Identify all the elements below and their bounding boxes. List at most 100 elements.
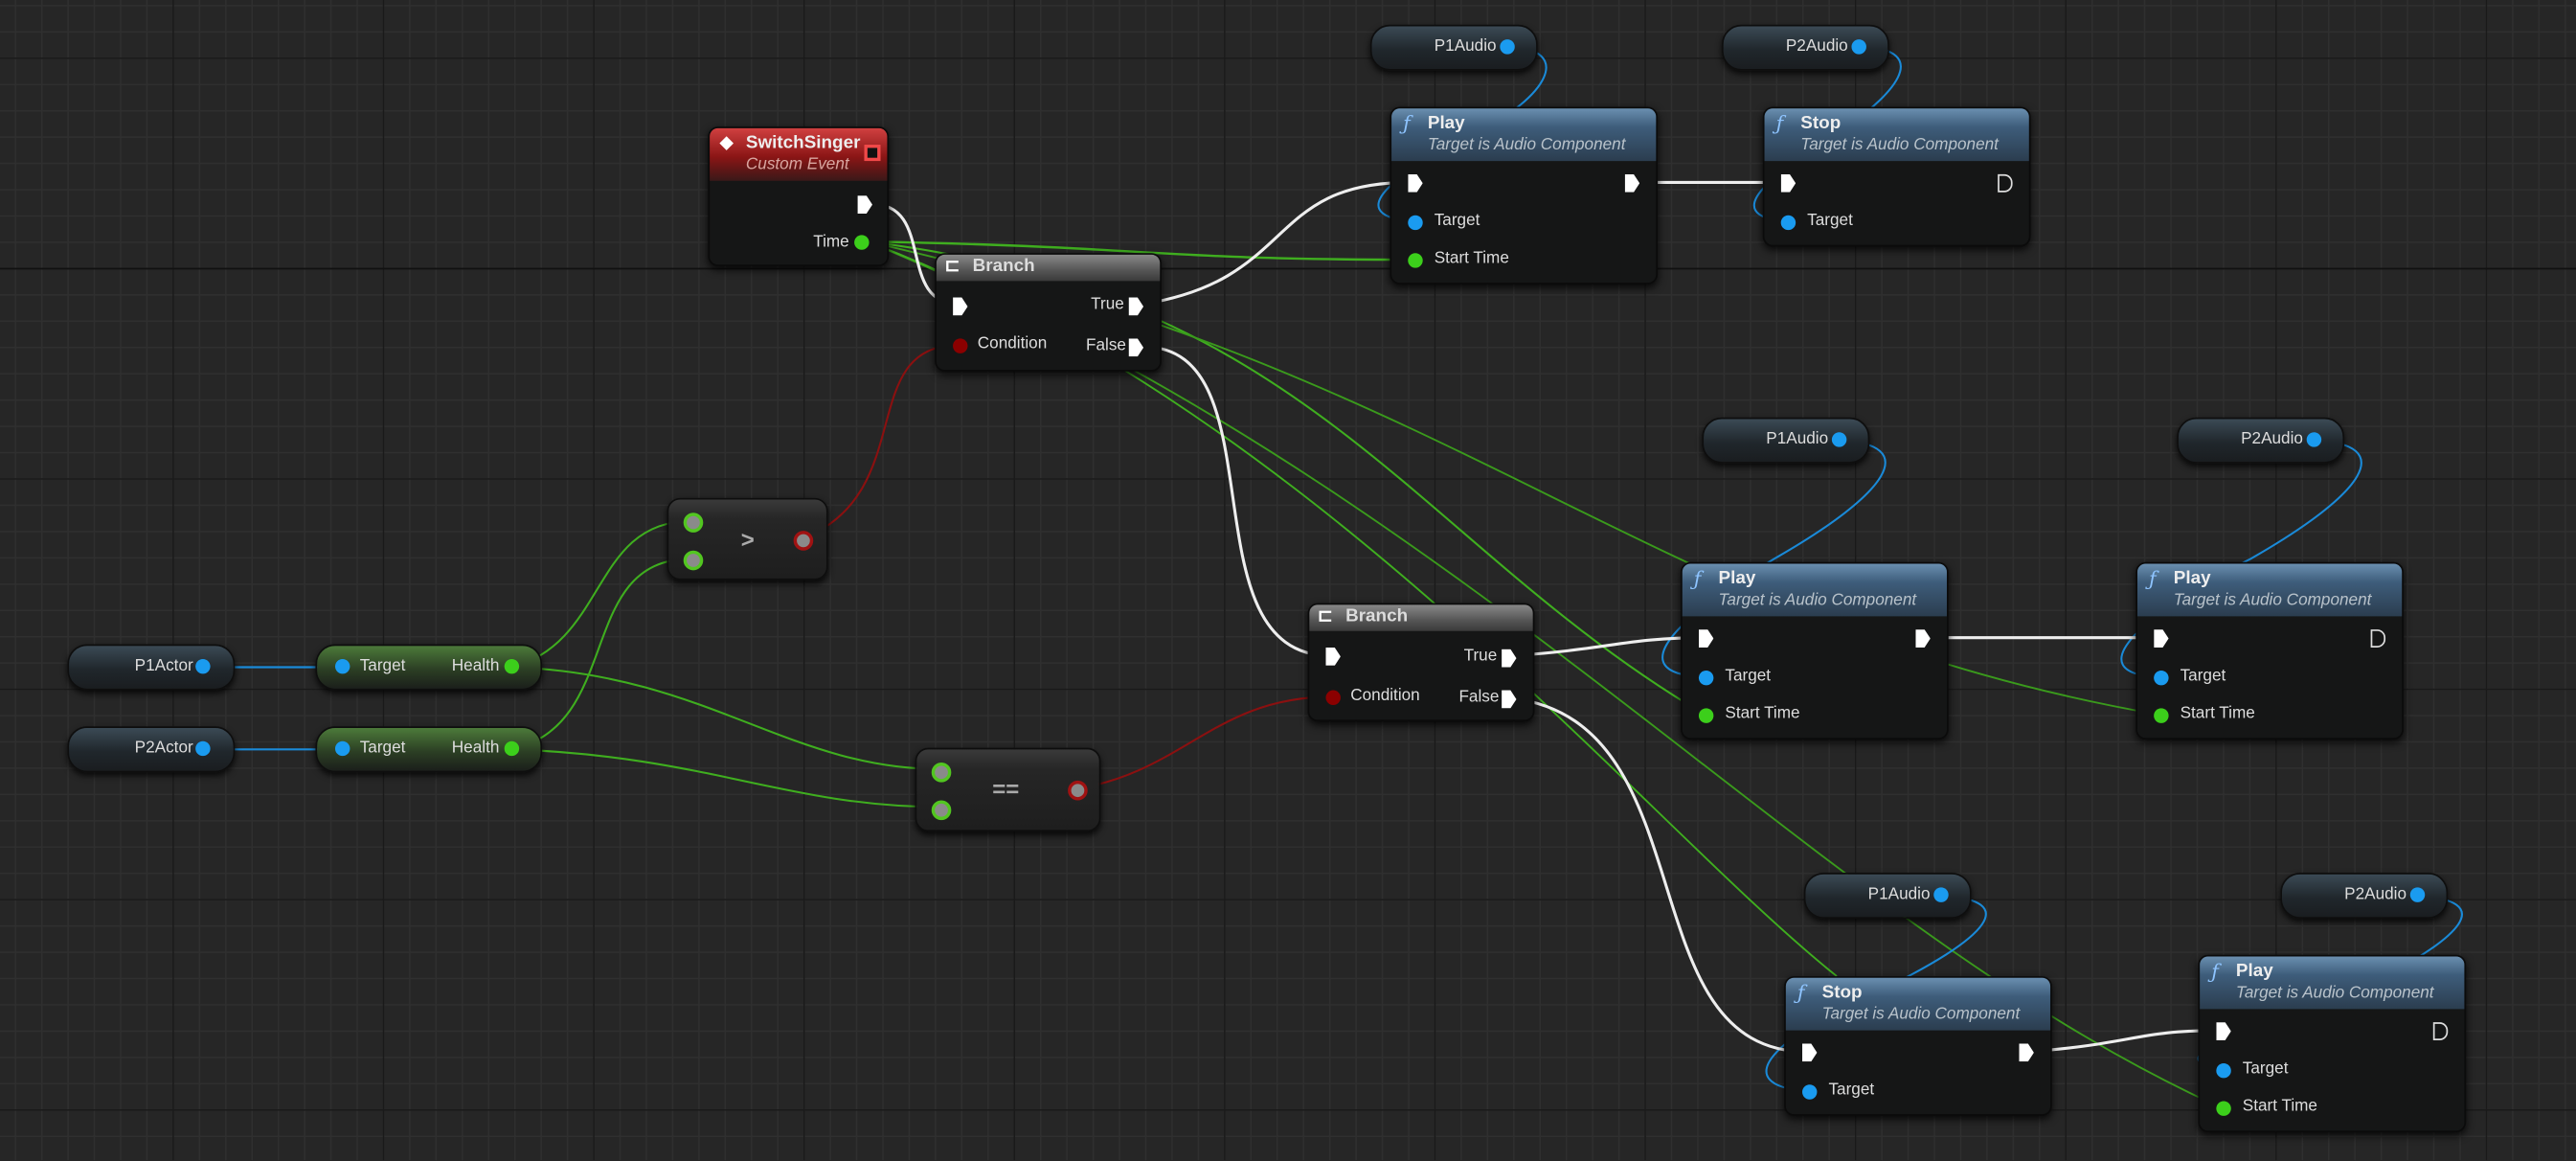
function-icon: ƒ [2211,959,2219,983]
exec-in-pin[interactable] [953,297,968,316]
health-pin[interactable] [504,658,520,674]
exec-out-pin[interactable] [2432,1022,2449,1040]
exec-out-pin[interactable] [1998,173,2013,193]
variable-top-p2audio[interactable]: P2Audio [1721,24,1889,71]
function-header: ƒ Play Target is Audio Component [2136,563,2403,617]
function-title: Play [1427,113,1465,133]
target-label: Target [1807,212,1853,231]
exec-in-pin[interactable] [1802,1043,1818,1062]
target-pin[interactable] [334,658,350,674]
target-pin[interactable] [1780,215,1796,231]
false-label: False [1086,336,1126,355]
variable-out-pin[interactable] [195,740,211,757]
start-time-pin[interactable] [1408,253,1423,268]
function-icon: ƒ [1403,111,1411,135]
variable-out-pin[interactable] [1500,39,1515,55]
variable-label: P2Audio [2241,430,2303,449]
variable-out-pin[interactable] [1831,432,1847,447]
wire-branch2-true [1512,636,1706,658]
variable-label: P1Actor [134,657,193,676]
function-subtitle: Target is Audio Component [1718,591,1917,610]
input-b-pin[interactable] [931,800,952,821]
time-pin-label: Time [813,233,849,252]
exec-out-pin[interactable] [2019,1043,2034,1062]
blueprint-graph-canvas[interactable]: ◆ SwitchSinger Custom Event Time ⊏ Branc… [0,0,2576,1161]
function-node-bot-play[interactable]: ƒ Play Target is Audio Component Target … [2198,954,2467,1133]
target-label: Target [2180,667,2226,686]
delegate-pin-icon[interactable] [864,144,881,162]
variable-out-pin[interactable] [1851,39,1866,55]
function-title: Play [2173,568,2211,589]
start-time-pin[interactable] [2216,1101,2231,1116]
custom-event-node-switchsinger[interactable]: ◆ SwitchSinger Custom Event Time [708,126,890,266]
target-pin[interactable] [334,740,350,757]
variable-bot-p2audio[interactable]: P2Audio [2280,872,2449,920]
exec-out-pin[interactable] [1915,629,1931,648]
variable-out-pin[interactable] [1933,887,1949,902]
target-label: Target [359,657,406,676]
branch-header: ⊏ Branch [1309,604,1533,631]
true-label: True [1091,295,1124,314]
function-node-bot-stop[interactable]: ƒ Stop Target is Audio Component Target [1784,976,2052,1116]
variable-bot-p1audio[interactable]: P1Audio [1803,872,1972,920]
exec-out-pin[interactable] [857,195,872,215]
equal-node[interactable]: == [915,747,1101,832]
start-time-pin[interactable] [2154,708,2169,723]
get-health-node-1[interactable]: Target Health [315,644,543,691]
function-subtitle: Target is Audio Component [1821,1005,2021,1024]
greater-than-node[interactable]: > [667,497,828,580]
function-node-mid-play-2[interactable]: ƒ Play Target is Audio Component Target … [2135,561,2404,740]
branch-title: Branch [972,256,1035,277]
true-exec-pin[interactable] [1128,297,1144,316]
wire-health1-gt [511,519,692,669]
branch-node-1[interactable]: ⊏ Branch Condition True False [935,253,1162,372]
variable-p1actor[interactable]: P1Actor [67,644,236,691]
start-time-label: Start Time [2180,704,2255,723]
exec-in-pin[interactable] [2154,629,2169,648]
function-node-top-stop[interactable]: ƒ Stop Target is Audio Component Target [1762,106,2031,247]
target-label: Target [1725,667,1772,686]
variable-out-pin[interactable] [195,658,211,674]
variable-top-p1audio[interactable]: P1Audio [1369,24,1538,71]
condition-pin[interactable] [1325,690,1341,705]
exec-in-pin[interactable] [1780,173,1796,193]
false-exec-pin[interactable] [1502,690,1517,709]
target-pin[interactable] [2216,1062,2231,1079]
wire-branch2-false [1512,696,1808,1054]
exec-in-pin[interactable] [1408,173,1423,193]
target-pin[interactable] [2154,670,2169,686]
target-pin[interactable] [1698,670,1714,686]
exec-out-pin[interactable] [1624,173,1640,193]
health-pin[interactable] [504,740,520,757]
target-label: Target [1434,212,1480,231]
variable-mid-p1audio[interactable]: P1Audio [1702,417,1870,464]
branch-node-2[interactable]: ⊏ Branch Condition True False [1307,603,1535,722]
variable-out-pin[interactable] [2409,887,2426,902]
input-a-pin[interactable] [931,763,952,783]
time-pin[interactable] [854,235,870,250]
variable-mid-p2audio[interactable]: P2Audio [2177,417,2345,464]
variable-p2actor[interactable]: P2Actor [67,726,236,773]
result-pin[interactable] [793,531,814,551]
branch-icon: ⊏ [1317,606,1333,626]
result-pin[interactable] [1068,780,1088,801]
exec-out-pin[interactable] [2370,629,2386,648]
target-pin[interactable] [1802,1084,1818,1100]
input-a-pin[interactable] [683,512,704,533]
target-pin[interactable] [1408,215,1423,231]
false-exec-pin[interactable] [1128,338,1144,357]
function-node-top-play[interactable]: ƒ Play Target is Audio Component Target … [1390,106,1659,285]
input-b-pin[interactable] [683,550,704,571]
exec-in-pin[interactable] [2216,1022,2231,1040]
target-label: Target [2242,1059,2289,1079]
start-time-label: Start Time [2242,1098,2317,1116]
exec-in-pin[interactable] [1698,629,1714,648]
function-node-mid-play-1[interactable]: ƒ Play Target is Audio Component Target … [1681,561,1949,740]
health-label: Health [451,740,500,758]
start-time-pin[interactable] [1698,708,1714,723]
get-health-node-2[interactable]: Target Health [315,726,543,773]
true-exec-pin[interactable] [1502,649,1517,668]
variable-out-pin[interactable] [2306,432,2322,447]
condition-pin[interactable] [953,338,968,353]
exec-in-pin[interactable] [1325,647,1341,666]
